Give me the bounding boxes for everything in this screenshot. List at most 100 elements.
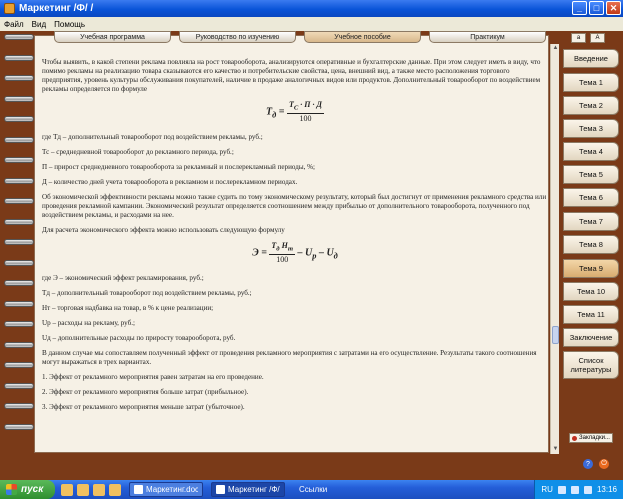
paragraph: В данном случае мы сопоставляем полученн… xyxy=(42,349,537,367)
exit-icon[interactable]: ⏻ xyxy=(599,459,609,469)
formula-subscript: д xyxy=(276,245,280,253)
spiral-ring xyxy=(4,177,34,184)
tab-textbook[interactable]: Учебное пособие xyxy=(304,31,421,43)
definition: Uр – расходы на рекламу, руб.; xyxy=(42,318,135,327)
spiral-ring xyxy=(4,95,34,102)
scroll-thumb[interactable] xyxy=(552,326,559,344)
bookmarks-button[interactable]: Закладки... xyxy=(569,433,613,443)
formula-term: · П · Д xyxy=(300,100,322,110)
minimize-button[interactable]: _ xyxy=(572,1,587,15)
sidebar-item-references[interactable]: Список литературы xyxy=(563,351,619,379)
links-toolbar[interactable]: Ссылки xyxy=(299,485,327,494)
sidebar-item-topic-2[interactable]: Тема 2 xyxy=(563,96,619,115)
formula-subscript: р xyxy=(312,251,317,261)
sidebar-item-topic-11[interactable]: Тема 11 xyxy=(563,305,619,324)
formula-subscript: д xyxy=(272,110,277,120)
tray-icon[interactable] xyxy=(570,485,579,494)
spiral-ring xyxy=(4,34,34,40)
formula-fraction: ТС · П · Д 100 xyxy=(286,100,324,124)
start-label: пуск xyxy=(21,484,44,495)
quick-launch-icon[interactable] xyxy=(61,483,73,496)
menu-bar: Файл Вид Помощь xyxy=(0,17,623,31)
tray-icon[interactable] xyxy=(583,485,592,494)
bookmarks-label: Закладки... xyxy=(579,435,610,441)
app-icon xyxy=(4,3,15,14)
formula-subscript: д xyxy=(333,251,338,261)
menu-help[interactable]: Помощь xyxy=(54,20,85,29)
sidebar-item-topic-6[interactable]: Тема 6 xyxy=(563,188,619,207)
app-icon xyxy=(216,485,225,494)
sidebar-item-topic-9[interactable]: Тема 9 xyxy=(563,259,619,278)
scroll-down-icon[interactable]: ▼ xyxy=(551,445,560,454)
formula-additional-turnover: Тд = ТС · П · Д 100 xyxy=(266,100,324,124)
sidebar-item-topic-10[interactable]: Тема 10 xyxy=(563,282,619,301)
menu-view[interactable]: Вид xyxy=(32,20,46,29)
spiral-ring xyxy=(4,116,34,122)
spiral-ring xyxy=(4,321,34,327)
formula-fraction: Тд Нт 100 xyxy=(269,241,296,265)
formula-economic-effect: Э = Тд Нт 100 – Uр – Uд xyxy=(42,241,548,265)
maximize-button[interactable]: □ xyxy=(589,1,604,15)
quick-launch xyxy=(61,483,121,496)
quick-launch-icon[interactable] xyxy=(77,483,89,496)
vertical-scrollbar[interactable]: ▲ ▼ xyxy=(550,44,559,454)
formula-subscript: т xyxy=(287,245,294,253)
spiral-ring xyxy=(4,198,34,204)
formula-term: – U xyxy=(318,247,334,259)
paragraph: Об экономической эффективности рекламы м… xyxy=(42,192,547,220)
spiral-ring xyxy=(4,403,34,409)
paragraph: Чтобы выявить, в какой степени реклама п… xyxy=(42,58,541,94)
paragraph: Для расчета экономического эффекта можно… xyxy=(42,226,285,235)
sidebar-item-topic-7[interactable]: Тема 7 xyxy=(563,212,619,231)
formula-term: – U xyxy=(297,247,313,259)
definition: Нт – торговая надбавка на товар, в % к ц… xyxy=(42,303,214,312)
system-tray: RU 13:16 xyxy=(534,480,623,499)
tab-study-guide[interactable]: Руководство по изучению xyxy=(179,31,296,43)
sidebar-item-topic-1[interactable]: Тема 1 xyxy=(563,73,619,92)
font-larger-button[interactable]: A xyxy=(590,33,605,43)
taskbar-item-word[interactable]: Маркетинг.doc... xyxy=(129,482,203,497)
clock: 13:16 xyxy=(596,485,617,494)
spiral-ring xyxy=(4,136,34,143)
list-item: 3. Эффект от рекламного мероприятия мень… xyxy=(42,403,245,412)
window-controls: _ □ ✕ xyxy=(572,1,621,15)
spiral-ring xyxy=(4,239,34,245)
title-bar: Маркетинг /Ф/ / _ □ ✕ xyxy=(0,0,623,17)
app-window: Маркетинг /Ф/ / _ □ ✕ Файл Вид Помощь Уч… xyxy=(0,0,623,499)
tray-icon[interactable] xyxy=(557,485,566,494)
language-indicator[interactable]: RU xyxy=(541,485,553,494)
formula-subscript: С xyxy=(293,104,299,112)
formula-numerator: ТС · П · Д xyxy=(286,100,324,115)
help-icon[interactable]: ? xyxy=(583,459,593,469)
definition: где Э – экономический эффект рекламирова… xyxy=(42,273,204,282)
tab-curriculum[interactable]: Учебная программа xyxy=(54,31,171,43)
definition: Д – количество дней учета товарооборота … xyxy=(42,177,298,186)
font-smaller-button[interactable]: a xyxy=(571,33,586,43)
window-title: Маркетинг /Ф/ / xyxy=(19,3,94,14)
binder-spiral xyxy=(4,34,34,444)
word-icon xyxy=(134,485,143,494)
sidebar-item-topic-4[interactable]: Тема 4 xyxy=(563,142,619,161)
menu-file[interactable]: Файл xyxy=(4,20,24,29)
scroll-up-icon[interactable]: ▲ xyxy=(551,44,560,53)
sidebar-item-topic-8[interactable]: Тема 8 xyxy=(563,235,619,254)
formula-denominator: 100 xyxy=(276,255,289,265)
taskbar: пуск Маркетинг.doc... Маркетинг /Ф/ / Сс… xyxy=(0,480,623,499)
formula-denominator: 100 xyxy=(299,114,312,124)
spiral-ring xyxy=(4,423,34,430)
taskbar-item-marketing[interactable]: Маркетинг /Ф/ / xyxy=(211,482,285,497)
quick-launch-icon[interactable] xyxy=(93,483,105,496)
sidebar-item-conclusion[interactable]: Заключение xyxy=(563,328,619,347)
formula-numerator: Тд Нт xyxy=(269,241,296,256)
sidebar-item-topic-5[interactable]: Тема 5 xyxy=(563,165,619,184)
start-button[interactable]: пуск xyxy=(0,480,55,499)
sidebar-item-topic-3[interactable]: Тема 3 xyxy=(563,119,619,138)
spiral-ring xyxy=(4,280,34,286)
sidebar: a A Введение Тема 1 Тема 2 Тема 3 Тема 4… xyxy=(563,31,623,480)
definition: Тс – среднедневной товарооборот до рекла… xyxy=(42,147,234,156)
close-button[interactable]: ✕ xyxy=(606,1,621,15)
tab-practicum[interactable]: Практикум xyxy=(429,31,546,43)
definition: где Тд – дополнительный товарооборот под… xyxy=(42,132,263,141)
sidebar-item-intro[interactable]: Введение xyxy=(563,49,619,68)
quick-launch-icon[interactable] xyxy=(109,483,121,496)
